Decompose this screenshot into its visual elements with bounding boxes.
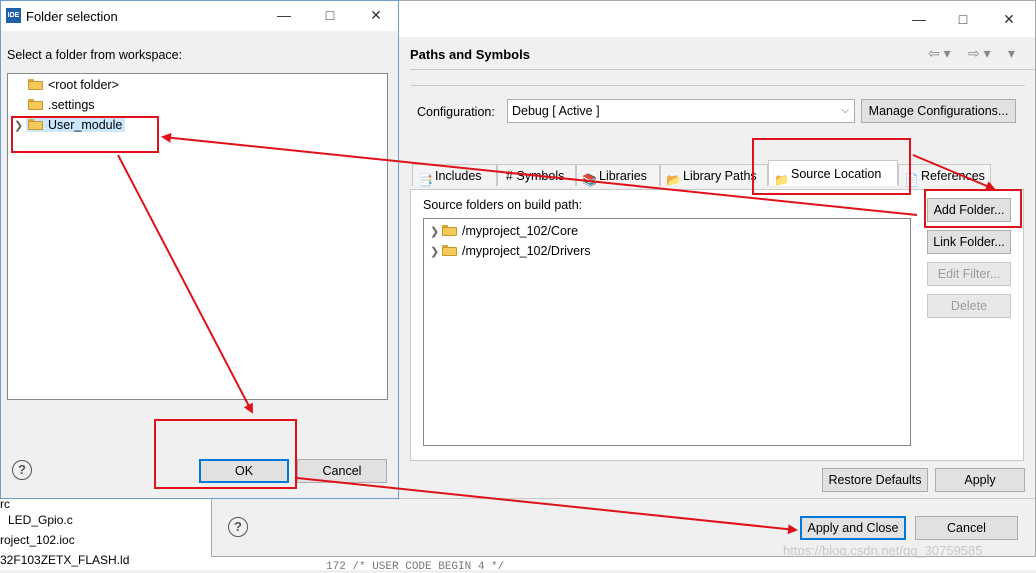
arrow-source-to-addfolder bbox=[912, 154, 996, 191]
arrow-ok-to-apply-close bbox=[296, 477, 798, 535]
arrow-user-module-to-ok bbox=[117, 154, 253, 414]
annotation-arrows bbox=[117, 132, 996, 535]
arrow-addfolder-to-user-module bbox=[161, 132, 918, 216]
